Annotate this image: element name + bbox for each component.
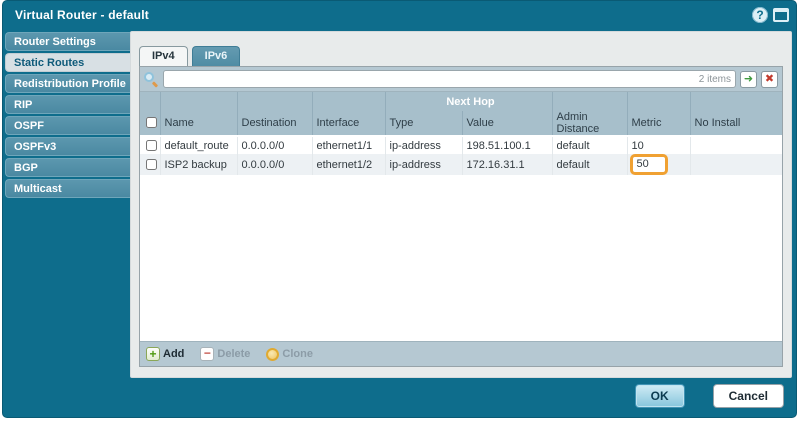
- col-header-metric: Metric: [626, 111, 690, 137]
- sidebar: Router Settings Static Routes Redistribu…: [5, 32, 131, 200]
- tab-ipv6[interactable]: IPv6: [191, 46, 241, 66]
- metric-highlight-box: 50: [629, 154, 668, 175]
- content-area: IPv4 IPv6 2 items ➜ ✖ Next Hop Name Dest…: [130, 31, 792, 378]
- tab-ipv4[interactable]: IPv4: [139, 46, 188, 66]
- cell-metric: 10: [626, 136, 690, 154]
- address-family-tabs: IPv4 IPv6: [131, 32, 791, 66]
- filter-bar: 2 items ➜ ✖: [140, 67, 782, 92]
- minus-icon: −: [200, 347, 215, 361]
- cell-interface: ethernet1/2: [311, 154, 385, 175]
- row-1-checkbox[interactable]: [146, 158, 157, 170]
- static-routes-table: Next Hop Name Destination Interface Type…: [140, 92, 782, 175]
- delete-button[interactable]: − Delete: [200, 347, 250, 361]
- add-button-label: Add: [163, 348, 185, 360]
- sidebar-item-static-routes[interactable]: Static Routes: [5, 53, 131, 72]
- row-0-checkbox[interactable]: [146, 139, 157, 151]
- table-empty-space: [140, 175, 782, 341]
- apply-filter-button[interactable]: ➜: [740, 70, 757, 88]
- sidebar-item-rip[interactable]: RIP: [5, 95, 131, 114]
- title-bar: Virtual Router - default ?: [3, 1, 796, 29]
- cell-no-install: [689, 154, 782, 175]
- routes-panel: 2 items ➜ ✖ Next Hop Name Destination In…: [139, 66, 783, 367]
- cell-type: ip-address: [384, 154, 462, 175]
- cell-destination: 0.0.0.0/0: [236, 154, 312, 175]
- dialog-footer: OK Cancel: [634, 384, 784, 408]
- col-header-value: Value: [461, 111, 552, 137]
- sidebar-item-multicast[interactable]: Multicast: [5, 179, 131, 198]
- sidebar-item-bgp[interactable]: BGP: [5, 158, 131, 177]
- clone-button-label: Clone: [282, 348, 313, 360]
- virtual-router-dialog: Virtual Router - default ? Router Settin…: [2, 0, 797, 418]
- dialog-title: Virtual Router - default: [15, 8, 149, 22]
- cell-name: default_route: [159, 136, 237, 154]
- cell-type: ip-address: [384, 136, 462, 154]
- clone-icon: [266, 347, 280, 361]
- col-header-no-install: No Install: [689, 111, 782, 137]
- cell-interface: ethernet1/1: [311, 136, 385, 154]
- cell-name: ISP2 backup: [159, 154, 237, 175]
- cell-admin-distance: default: [551, 136, 627, 154]
- col-header-type: Type: [384, 111, 462, 137]
- cell-destination: 0.0.0.0/0: [236, 136, 312, 154]
- filter-input-wrap: 2 items: [163, 70, 736, 88]
- search-icon: [144, 71, 159, 88]
- help-icon[interactable]: ?: [752, 7, 768, 23]
- cell-value: 172.16.31.1: [461, 154, 552, 175]
- sidebar-item-router-settings[interactable]: Router Settings: [5, 32, 131, 51]
- next-hop-group-header: Next Hop: [384, 92, 552, 111]
- sidebar-item-ospf[interactable]: OSPF: [5, 116, 131, 135]
- table-row-default-route[interactable]: default_route 0.0.0.0/0 ethernet1/1 ip-a…: [140, 136, 782, 154]
- cell-value: 198.51.100.1: [461, 136, 552, 154]
- select-all-checkbox[interactable]: [146, 117, 157, 128]
- sidebar-item-redistribution-profile[interactable]: Redistribution Profile: [5, 74, 131, 93]
- col-header-interface: Interface: [311, 111, 385, 137]
- cell-admin-distance: default: [551, 154, 627, 175]
- col-header-admin-distance: Admin Distance: [551, 111, 627, 137]
- add-button[interactable]: + Add: [146, 347, 184, 361]
- cell-no-install: [689, 136, 782, 154]
- window-icon[interactable]: [773, 8, 789, 22]
- filter-input[interactable]: [168, 72, 699, 86]
- clear-filter-button[interactable]: ✖: [761, 70, 778, 88]
- table-row-isp2-backup[interactable]: ISP2 backup 0.0.0.0/0 ethernet1/2 ip-add…: [140, 154, 782, 175]
- column-header-row: Name Destination Interface Type Value Ad…: [140, 111, 782, 137]
- items-count: 2 items: [698, 73, 731, 85]
- clone-button[interactable]: Clone: [266, 347, 313, 361]
- col-header-name: Name: [159, 111, 237, 137]
- plus-icon: +: [146, 347, 160, 361]
- sidebar-item-ospfv3[interactable]: OSPFv3: [5, 137, 131, 156]
- ok-button[interactable]: OK: [634, 384, 685, 408]
- delete-button-label: Delete: [217, 348, 251, 360]
- group-header-row: Next Hop: [140, 92, 782, 111]
- table-toolbar: + Add − Delete Clone: [140, 341, 782, 366]
- col-header-destination: Destination: [236, 111, 312, 137]
- cancel-button[interactable]: Cancel: [712, 384, 784, 408]
- cell-metric: 50: [626, 154, 690, 175]
- select-all-cell: [140, 111, 160, 137]
